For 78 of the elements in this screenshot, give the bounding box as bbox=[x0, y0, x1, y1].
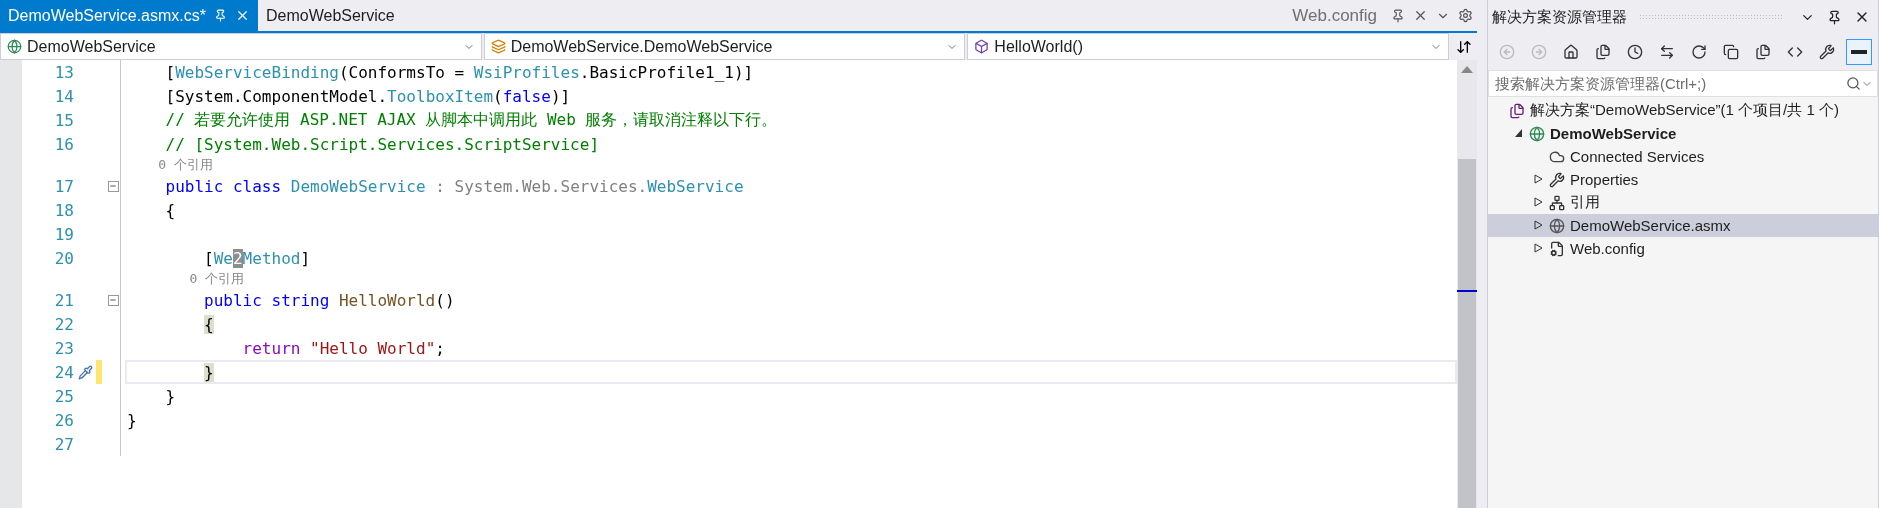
line-number: 16 bbox=[53, 134, 74, 154]
code-line: public class DemoWebService : System.Web.Services.WebService bbox=[164, 176, 744, 196]
line-number: 27 bbox=[53, 434, 74, 454]
wrench-icon bbox=[1819, 44, 1835, 60]
line-number: 22 bbox=[53, 314, 74, 334]
line-number: 15 bbox=[53, 110, 74, 130]
screwdriver-icon[interactable] bbox=[77, 364, 93, 380]
clock-icon bbox=[1627, 44, 1643, 60]
wrench-icon bbox=[1549, 171, 1565, 188]
back-icon bbox=[1499, 44, 1515, 60]
globe-icon bbox=[7, 39, 22, 54]
code-line: [We2Method] bbox=[203, 248, 311, 268]
bar-icon bbox=[1851, 50, 1867, 54]
editor-tab[interactable]: DemoWebService bbox=[258, 0, 403, 31]
scroll-up-icon[interactable] bbox=[1461, 66, 1473, 73]
reference-count[interactable]: 0 个引用 bbox=[127, 270, 245, 288]
reference-count[interactable]: 0 个引用 bbox=[127, 156, 213, 174]
config-file-icon bbox=[1549, 240, 1565, 257]
collapsed-icon[interactable] bbox=[1533, 173, 1543, 186]
pin-icon[interactable] bbox=[1827, 9, 1842, 25]
search-icon[interactable] bbox=[1846, 76, 1861, 91]
settings-icon[interactable] bbox=[1458, 8, 1473, 23]
line-number: 26 bbox=[53, 410, 74, 430]
sync-icon bbox=[1659, 44, 1675, 60]
collapsed-icon[interactable] bbox=[1533, 196, 1543, 209]
code-line: return "Hello World"; bbox=[241, 338, 445, 358]
line-number: 18 bbox=[53, 200, 74, 220]
scroll-marker bbox=[1457, 290, 1477, 292]
refresh-icon bbox=[1691, 44, 1707, 60]
collapsed-icon[interactable] bbox=[1533, 219, 1543, 232]
scrollbar-thumb[interactable] bbox=[1458, 159, 1476, 508]
globe-icon bbox=[1549, 217, 1565, 234]
code-line: [System.ComponentModel.ToolboxItem(false)] bbox=[164, 86, 571, 106]
line-number: 13 bbox=[53, 62, 74, 82]
navigation-dropdown[interactable]: HelloWorld() bbox=[967, 33, 1449, 60]
code-line: // [System.Web.Script.Services.ScriptService] bbox=[164, 134, 599, 154]
code-line: } bbox=[164, 386, 176, 406]
tree-item[interactable]: DemoWebService.asmx bbox=[1488, 214, 1878, 237]
collapsed-icon[interactable] bbox=[1533, 242, 1543, 255]
line-number: 17 bbox=[53, 176, 74, 196]
line-number: 19 bbox=[53, 224, 74, 244]
line-number: 24 bbox=[53, 362, 74, 382]
navigation-dropdown[interactable]: DemoWebService bbox=[0, 33, 482, 60]
line-number: 23 bbox=[53, 338, 74, 358]
code-line: { bbox=[164, 200, 176, 220]
search-box[interactable]: 搜索解决方案资源管理器(Ctrl+;) bbox=[1488, 70, 1878, 97]
references-icon bbox=[1549, 194, 1565, 211]
forward-icon bbox=[1531, 44, 1547, 60]
home-icon bbox=[1563, 44, 1579, 60]
tree-item[interactable]: DemoWebService bbox=[1488, 122, 1878, 145]
tree-item[interactable]: Properties bbox=[1488, 168, 1878, 191]
tree-item[interactable]: 解决方案“DemoWebService”(1 个项目/共 1 个) bbox=[1488, 99, 1878, 122]
tree-item[interactable]: 引用 bbox=[1488, 191, 1878, 214]
code-line: public string HelloWorld() bbox=[203, 290, 455, 310]
pages-icon bbox=[1755, 44, 1771, 60]
code-line: [WebServiceBinding(ConformsTo = WsiProfiles.BasicProfile1_1)] bbox=[164, 62, 754, 82]
globe-icon bbox=[1529, 125, 1545, 142]
cube-icon bbox=[974, 39, 990, 54]
tree-item[interactable]: Connected Services bbox=[1488, 145, 1878, 168]
expanded-icon[interactable] bbox=[1513, 127, 1523, 140]
navigation-dropdown[interactable]: DemoWebService.DemoWebService bbox=[483, 33, 966, 60]
split-icon[interactable] bbox=[1456, 38, 1472, 55]
code-icon bbox=[1787, 44, 1803, 60]
line-number: 21 bbox=[53, 290, 74, 310]
tree-item[interactable]: Web.config bbox=[1488, 237, 1878, 260]
class-icon bbox=[490, 39, 506, 54]
scrollbar[interactable] bbox=[1457, 60, 1477, 508]
line-number: 25 bbox=[53, 386, 74, 406]
line-number: 20 bbox=[53, 248, 74, 268]
panel-title: 解决方案资源管理器 bbox=[1492, 7, 1627, 27]
toolbar-button[interactable] bbox=[1846, 39, 1872, 65]
preview-tab[interactable]: Web.config bbox=[1292, 0, 1387, 31]
code-line: // 若要允许使用 ASP.NET AJAX 从脚本中调用此 Web 服务，请取消注释以下行。 bbox=[164, 109, 778, 131]
close-icon[interactable] bbox=[1413, 8, 1428, 23]
line-number: 14 bbox=[53, 86, 74, 106]
solution-icon bbox=[1509, 102, 1525, 119]
search-field[interactable]: 搜索解决方案资源管理器(Ctrl+;) bbox=[1493, 74, 1846, 93]
code-line: } bbox=[127, 410, 137, 430]
